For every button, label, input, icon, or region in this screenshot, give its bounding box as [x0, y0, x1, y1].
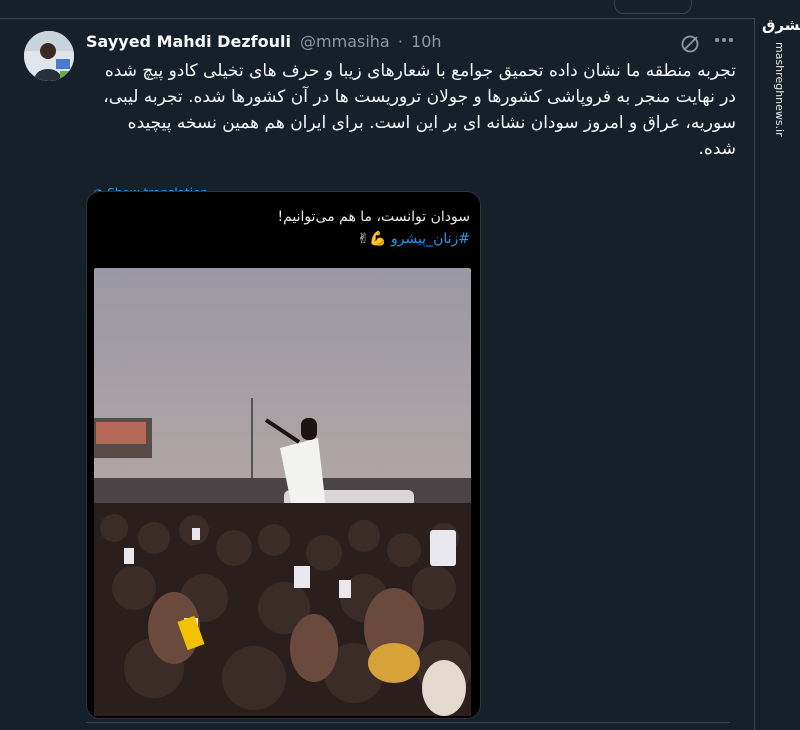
watermark-url: mashreghnews.ir	[773, 42, 786, 137]
grok-icon[interactable]	[680, 34, 700, 54]
caption-line: سودان توانست، ما هم می‌توانیم!	[277, 209, 470, 225]
tweet-header: Sayyed Mahdi Dezfouli @mmasiha · 10h	[86, 32, 442, 54]
caption-emoji: 💪✌	[357, 231, 387, 247]
top-bar	[0, 0, 800, 18]
avatar-image	[24, 31, 74, 81]
media-caption: سودان توانست، ما هم می‌توانیم! #زنان_پیش…	[277, 206, 470, 250]
tweet-text: تجربه منطقه ما نشان داده تحمیق جوامع با …	[103, 61, 736, 159]
watermark: مشرق mashreghnews.ir	[762, 16, 800, 137]
watermark-logo: مشرق	[762, 16, 800, 34]
protest-photo[interactable]	[94, 268, 471, 716]
hashtag-link[interactable]: #زنان_پیشرو	[391, 231, 470, 247]
author-name[interactable]: Sayyed Mahdi Dezfouli	[86, 32, 291, 51]
top-pill[interactable]	[614, 0, 692, 14]
separator-dot: ·	[397, 32, 403, 51]
avatar[interactable]	[24, 31, 74, 81]
author-handle[interactable]: @mmasiha	[300, 32, 390, 51]
media-card[interactable]: سودان توانست، ما هم می‌توانیم! #زنان_پیش…	[86, 191, 481, 719]
photo-image	[94, 268, 471, 716]
more-icon[interactable]	[712, 30, 736, 50]
tweet-time[interactable]: 10h	[411, 32, 442, 51]
